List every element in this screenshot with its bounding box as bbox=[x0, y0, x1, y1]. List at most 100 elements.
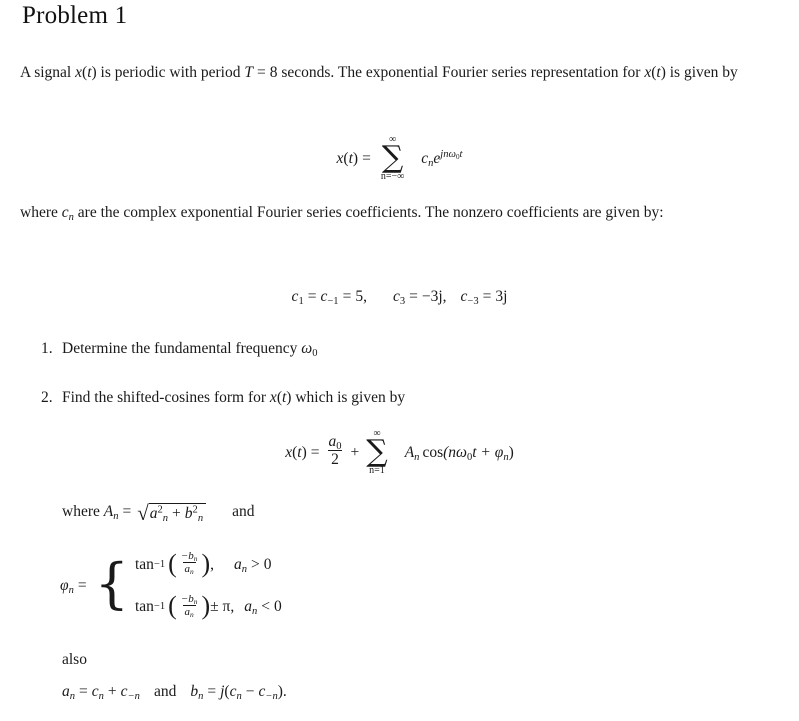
piecewise-case: tan −1(−bn an) ± π, an <0 bbox=[134, 591, 282, 621]
item2-text-after: which is given by bbox=[291, 389, 406, 406]
an-cmn-sub: −n bbox=[127, 690, 140, 702]
bn-close-paren: ). bbox=[277, 683, 287, 700]
case2-condition: an <0 bbox=[244, 597, 282, 617]
case2-cond-rhs: 0 bbox=[273, 597, 282, 615]
case2-den-sub: n bbox=[190, 609, 194, 619]
c1-value: 5, bbox=[355, 288, 367, 305]
radicand-a: a bbox=[149, 505, 158, 522]
case2-cond-symbol: a bbox=[244, 597, 252, 615]
item2-signal-arg: (t) bbox=[276, 389, 292, 406]
cm3-value: 3j bbox=[495, 288, 508, 305]
eq1-equals: = bbox=[362, 149, 371, 167]
signal-symbol: x bbox=[75, 64, 83, 81]
eq3-equals: = bbox=[310, 443, 320, 461]
c3-symbol: c bbox=[392, 288, 400, 305]
paren-right: ) bbox=[201, 591, 211, 621]
cm3-equals: = bbox=[482, 288, 492, 305]
case1-fraction: −b n an bbox=[179, 550, 200, 575]
bn-cn-sub: n bbox=[236, 690, 242, 702]
eq3-lhs-arg: (t) bbox=[292, 443, 307, 461]
list-item-content: Find the shifted-cosines form for x(t) w… bbox=[62, 389, 405, 407]
amplitude-where-text: where bbox=[62, 503, 104, 521]
eq1-exponent: jnω0t bbox=[440, 149, 462, 161]
an-symbol: a bbox=[62, 683, 70, 700]
bn-symbol: b bbox=[190, 683, 199, 700]
radicand-plus: + bbox=[172, 505, 181, 522]
phase-lhs-group: φn = bbox=[60, 577, 91, 596]
c1-sub: 1 bbox=[298, 295, 304, 307]
c1-equals: = bbox=[307, 288, 317, 305]
an-cmn: c bbox=[120, 683, 128, 700]
signal-argument: (t) bbox=[82, 64, 97, 81]
amplitude-def-equals: = bbox=[122, 503, 132, 521]
list-item-content: Determine the fundamental frequency ω0 bbox=[62, 340, 318, 359]
document-page: Problem 1 A signal x(t) is periodic with… bbox=[0, 0, 799, 721]
case2-cond-rel: < bbox=[261, 597, 270, 615]
case1-function: tan bbox=[134, 555, 154, 573]
signal-argument-2: (t) bbox=[651, 64, 666, 81]
case1-den-sub: n bbox=[190, 567, 194, 577]
square-root-icon: √ a2n + b2n bbox=[137, 501, 207, 525]
cm3-sub: −3 bbox=[467, 295, 479, 307]
case2-fraction: −bn an bbox=[179, 593, 200, 618]
bn-equals: = bbox=[207, 683, 217, 700]
case2-num-symbol: −b bbox=[180, 592, 194, 605]
phase-definition: φn = { tan −1(−bn an), an >0 tan −1(−bn an) ± π,… bbox=[60, 548, 282, 621]
item2-text-before: Find the shifted-cosines form for bbox=[62, 389, 270, 406]
also-label: also bbox=[62, 651, 87, 668]
case1-num-symbol: −b bbox=[180, 550, 194, 563]
bn-minus: − bbox=[245, 683, 255, 700]
an-plus: + bbox=[107, 683, 117, 700]
cos-arg-close: ) bbox=[508, 443, 514, 461]
radicand: a2n + b2n bbox=[148, 503, 207, 524]
list-item: 1. Determine the fundamental frequency ω0 bbox=[0, 340, 799, 359]
sum-lower-limit: n=−∞ bbox=[380, 170, 405, 182]
eq1-exponent-main: jnω bbox=[440, 149, 456, 161]
case1-parenthesized: (−b n an) bbox=[168, 548, 211, 578]
coefficients-text: are the complex exponential Fourier seri… bbox=[73, 204, 664, 221]
intro-paragraph: A signal x(t) is periodic with period T =… bbox=[20, 58, 792, 88]
summation-operator: ∞ ∑ n=1 bbox=[366, 429, 387, 476]
amplitude-and-text: and bbox=[232, 503, 255, 521]
left-brace-icon: { bbox=[94, 552, 129, 616]
case1-condition: an >0 bbox=[234, 555, 272, 575]
cm1-sub: −1 bbox=[327, 295, 339, 307]
equation-given-coefficients: c1 = c−1 = 5, c3 = −3j, c−3 = 3j bbox=[0, 288, 799, 307]
omega-symbol: ω bbox=[301, 340, 313, 357]
dc-term-fraction: a0 2 bbox=[326, 433, 345, 468]
cn-symbol: c bbox=[61, 204, 69, 221]
paren-left: ( bbox=[168, 548, 177, 578]
list-item-number: 1. bbox=[41, 340, 53, 357]
eq3-plus: + bbox=[350, 443, 360, 461]
case1-trailing: , bbox=[210, 555, 214, 573]
paren-right: ) bbox=[201, 548, 211, 578]
page-title: Problem 1 bbox=[22, 2, 128, 29]
case1-cond-rhs: 0 bbox=[263, 555, 272, 573]
cos-arg-mid: t + φ bbox=[472, 443, 504, 461]
list-item-number: 2. bbox=[41, 389, 53, 406]
radicand-b-sub: n bbox=[197, 512, 204, 524]
amplitude-def-symbol: A bbox=[103, 503, 114, 521]
item2-signal-symbol: x bbox=[269, 389, 277, 406]
case2-numerator: −bn bbox=[179, 593, 200, 605]
an-cn: c bbox=[91, 683, 99, 700]
case1-denominator: an bbox=[182, 562, 196, 577]
case1-cond-rel: > bbox=[251, 555, 260, 573]
case2-trailing: ± π, bbox=[210, 597, 235, 615]
amplitude-sub: n bbox=[414, 451, 420, 463]
c3-value: −3j, bbox=[421, 288, 447, 305]
period-equals: = bbox=[256, 64, 266, 81]
c3-equals: = bbox=[409, 288, 418, 305]
an-equals: = bbox=[79, 683, 88, 700]
coefficients-paragraph: where cn are the complex exponential Fou… bbox=[20, 198, 792, 228]
radical-sign: √ bbox=[137, 501, 149, 525]
list-item: 2. Find the shifted-cosines form for x(t)… bbox=[0, 389, 799, 407]
amplitude-definition: where An = √ a2n + b2n and bbox=[62, 501, 255, 525]
paren-left: ( bbox=[168, 591, 177, 621]
equation-shifted-cosines: x(t) = a0 2 + ∞ ∑ n=1 An cos(nω0t + φn) bbox=[0, 429, 799, 477]
equation-fourier-series: x(t) = ∞ ∑ n=−∞ cnejnω0t bbox=[0, 135, 799, 183]
dc-numerator: a0 bbox=[326, 433, 345, 452]
piecewise-case: tan −1(−bn an), an >0 bbox=[134, 548, 272, 578]
radicand-b: b bbox=[184, 505, 193, 522]
summation-operator: ∞ ∑ n=−∞ bbox=[381, 135, 404, 182]
